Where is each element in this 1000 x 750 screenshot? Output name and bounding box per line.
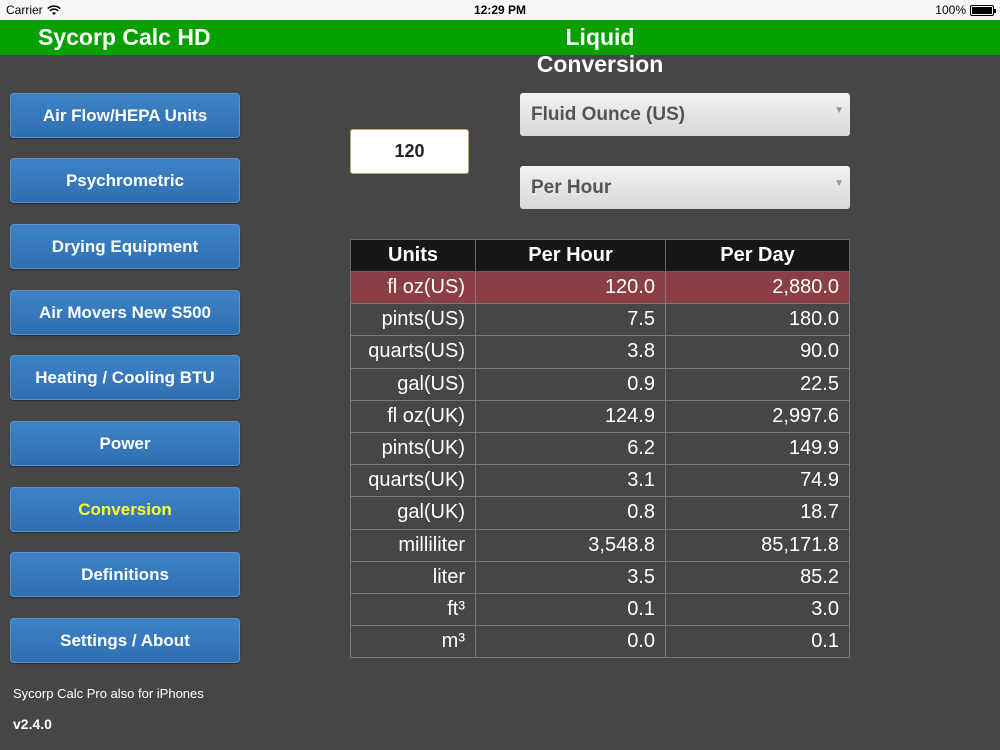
table-cell-unit: quarts(UK) xyxy=(350,464,476,498)
promo-text: Sycorp Calc Pro also for iPhones xyxy=(13,686,204,701)
table-header-row: Units Per Hour Per Day xyxy=(350,239,850,272)
table-cell-unit: ft³ xyxy=(350,592,476,627)
quantity-input[interactable] xyxy=(350,129,469,174)
app-title: Sycorp Calc HD xyxy=(38,24,211,50)
table-cell-per-day: 22.5 xyxy=(665,367,850,401)
nav-button-air-movers[interactable]: Air Movers New S500 xyxy=(10,290,240,335)
table-row[interactable]: pints(US) 7.5 180.0 xyxy=(350,303,850,337)
table-cell-per-day: 18.7 xyxy=(665,496,850,530)
table-row[interactable]: quarts(UK) 3.1 74.9 xyxy=(350,464,850,498)
column-header-per-day: Per Day xyxy=(665,239,850,272)
battery-icon xyxy=(970,4,996,16)
results-table-wrap: Units Per Hour Per Day fl oz(US) 120.0 2,8… xyxy=(350,239,850,659)
table-cell-per-hour: 0.9 xyxy=(475,367,666,401)
table-cell-per-day: 90.0 xyxy=(665,335,850,369)
page-title: Liquid Conversion xyxy=(536,24,664,77)
rate-select[interactable]: Per Hour ▼ xyxy=(520,166,850,209)
table-cell-per-hour: 7.5 xyxy=(475,303,666,337)
table-cell-unit: quarts(US) xyxy=(350,335,476,369)
results-table: Units Per Hour Per Day fl oz(US) 120.0 2,8… xyxy=(350,239,850,659)
table-row[interactable]: liter 3.5 85.2 xyxy=(350,560,850,594)
table-cell-per-day: 2,880.0 xyxy=(665,270,850,305)
table-cell-per-day: 149.9 xyxy=(665,431,850,466)
table-row[interactable]: gal(US) 0.9 22.5 xyxy=(350,367,850,401)
header-bar: Sycorp Calc HD Liquid Conversion xyxy=(0,20,1000,77)
table-cell-per-day: 180.0 xyxy=(665,303,850,337)
nav-button-definitions[interactable]: Definitions xyxy=(10,552,240,597)
table-cell-per-day: 74.9 xyxy=(665,464,850,498)
column-header-units: Units xyxy=(350,239,476,272)
table-cell-per-hour: 3.5 xyxy=(475,560,666,594)
status-time: 12:29 PM xyxy=(473,3,527,17)
table-cell-per-hour: 120.0 xyxy=(475,270,666,305)
table-cell-unit: fl oz(UK) xyxy=(350,399,476,433)
table-cell-per-day: 85.2 xyxy=(665,560,850,594)
table-cell-per-day: 0.1 xyxy=(665,625,850,659)
table-row[interactable]: gal(UK) 0.8 18.7 xyxy=(350,496,850,530)
table-body: fl oz(US) 120.0 2,880.0 pints(US) 7.5 180.0 qu… xyxy=(350,270,850,659)
table-cell-unit: gal(UK) xyxy=(350,496,476,530)
nav-button-heating-cooling[interactable]: Heating / Cooling BTU xyxy=(10,355,240,400)
nav-button-psychrometric[interactable]: Psychrometric xyxy=(10,158,240,203)
status-bar: Carrier 12:29 PM 100% xyxy=(0,0,1000,20)
table-cell-unit: milliliter xyxy=(350,528,476,562)
table-row[interactable]: quarts(US) 3.8 90.0 xyxy=(350,335,850,369)
unit-select-value: Fluid Ounce (US) xyxy=(531,103,686,125)
chevron-down-icon: ▼ xyxy=(834,178,844,189)
battery-group: 100% xyxy=(935,3,996,17)
table-row[interactable]: m³ 0.0 0.1 xyxy=(350,625,850,659)
table-cell-per-hour: 0.1 xyxy=(475,592,666,627)
table-cell-per-day: 85,171.8 xyxy=(665,528,850,562)
column-header-per-hour: Per Hour xyxy=(475,239,666,272)
table-row[interactable]: milliliter 3,548.8 85,171.8 xyxy=(350,528,850,562)
table-cell-unit: fl oz(US) xyxy=(350,270,476,305)
table-cell-per-hour: 124.9 xyxy=(475,399,666,433)
nav-button-drying-equipment[interactable]: Drying Equipment xyxy=(10,224,240,269)
nav-button-conversion[interactable]: Conversion xyxy=(10,487,240,532)
nav-button-settings-about[interactable]: Settings / About xyxy=(10,618,240,663)
table-row[interactable]: ft³ 0.1 3.0 xyxy=(350,592,850,627)
table-cell-per-hour: 3,548.8 xyxy=(475,528,666,562)
chevron-down-icon: ▼ xyxy=(834,105,844,116)
table-cell-per-hour: 3.1 xyxy=(475,464,666,498)
table-cell-per-day: 2,997.6 xyxy=(665,399,850,433)
nav-button-power[interactable]: Power xyxy=(10,421,240,466)
table-cell-per-hour: 0.8 xyxy=(475,496,666,530)
table-cell-per-hour: 0.0 xyxy=(475,625,666,659)
rate-select-value: Per Hour xyxy=(531,176,612,198)
table-row[interactable]: pints(UK) 6.2 149.9 xyxy=(350,431,850,466)
table-cell-unit: liter xyxy=(350,560,476,594)
version-label: v2.4.0 xyxy=(13,716,52,732)
table-cell-unit: m³ xyxy=(350,625,476,659)
table-cell-unit: gal(US) xyxy=(350,367,476,401)
unit-select[interactable]: Fluid Ounce (US) ▼ xyxy=(520,93,850,136)
table-cell-per-day: 3.0 xyxy=(665,592,850,627)
table-cell-per-hour: 3.8 xyxy=(475,335,666,369)
table-cell-unit: pints(US) xyxy=(350,303,476,337)
nav-button-air-flow-hepa[interactable]: Air Flow/HEPA Units xyxy=(10,93,240,138)
table-cell-unit: pints(UK) xyxy=(350,431,476,466)
battery-percent: 100% xyxy=(935,3,966,17)
table-row[interactable]: fl oz(US) 120.0 2,880.0 xyxy=(350,270,850,305)
table-cell-per-hour: 6.2 xyxy=(475,431,666,466)
table-row[interactable]: fl oz(UK) 124.9 2,997.6 xyxy=(350,399,850,433)
